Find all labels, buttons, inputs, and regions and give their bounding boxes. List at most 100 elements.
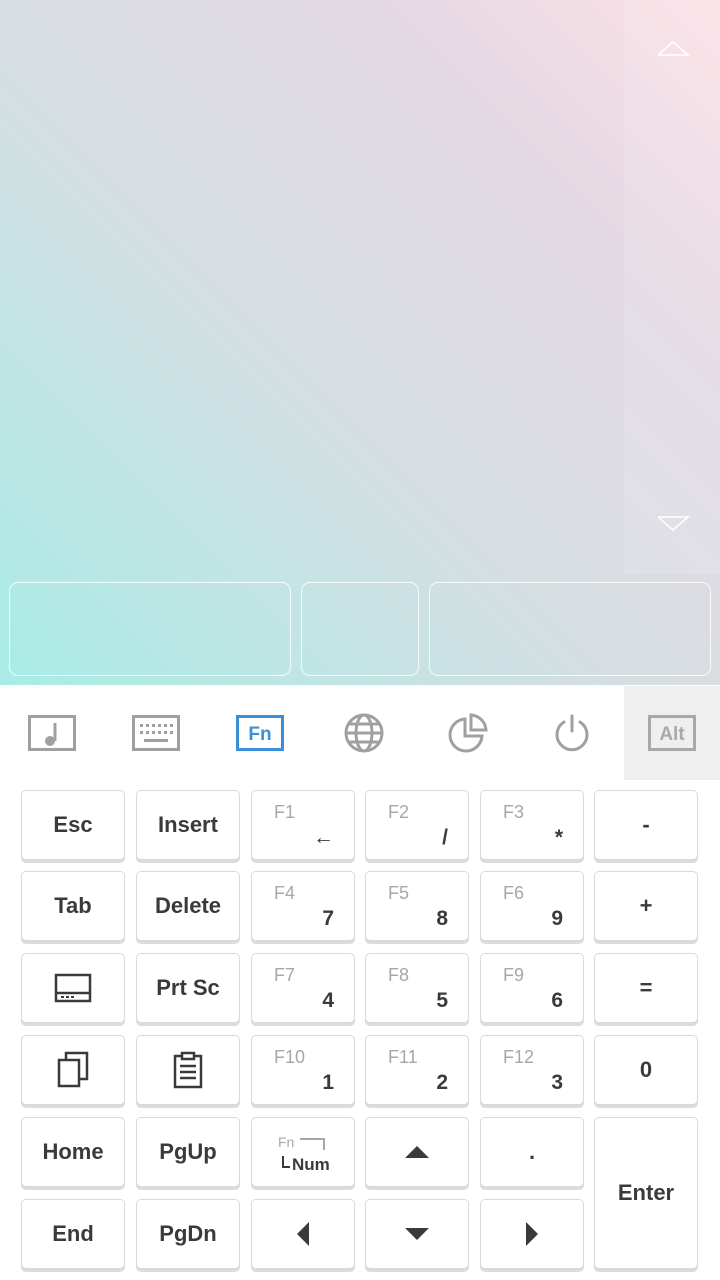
alt-icon: Alt xyxy=(648,715,696,751)
pgdn-key[interactable]: PgDn xyxy=(136,1199,240,1269)
arrow-right-key[interactable] xyxy=(480,1199,584,1269)
keyboard-icon xyxy=(132,715,180,751)
home-key-label: Home xyxy=(42,1139,104,1164)
music-note-icon xyxy=(28,715,76,751)
copy-key[interactable] xyxy=(21,1035,125,1105)
copy-icon xyxy=(57,1051,89,1088)
enter-key-label: Enter xyxy=(617,1180,675,1205)
num2-label: 2 xyxy=(436,1071,448,1094)
media-mode-button[interactable] xyxy=(4,686,100,780)
f10-key[interactable]: F10 1 xyxy=(251,1035,355,1105)
middle-click-button[interactable] xyxy=(301,582,419,676)
right-click-button[interactable] xyxy=(429,582,711,676)
num4-label: 4 xyxy=(322,989,334,1012)
function-keypad: Esc Insert F1 ← F2 / F3 * - Tab Delete F… xyxy=(0,780,720,1280)
f12-key[interactable]: F12 3 xyxy=(480,1035,584,1105)
dot-key-label: . xyxy=(528,1139,536,1164)
f1-label: F1 xyxy=(274,802,296,822)
presentation-mode-button[interactable] xyxy=(420,686,516,780)
svg-text:Alt: Alt xyxy=(659,724,685,745)
end-key[interactable]: End xyxy=(21,1199,125,1269)
scroll-strip[interactable] xyxy=(624,0,720,574)
f2-label: F2 xyxy=(388,802,410,822)
divide-label: / xyxy=(442,826,448,849)
tab-key-label: Tab xyxy=(54,893,92,918)
f9-label: F9 xyxy=(503,965,525,985)
f2-key[interactable]: F2 / xyxy=(365,790,469,860)
delete-key-label: Delete xyxy=(154,893,222,918)
minus-key-label: - xyxy=(642,812,650,837)
f4-label: F4 xyxy=(274,883,296,903)
f11-key[interactable]: F11 2 xyxy=(365,1035,469,1105)
minus-key[interactable]: - xyxy=(594,790,698,860)
globe-icon xyxy=(344,713,384,753)
toggle-bracket-icon xyxy=(282,1138,325,1168)
enter-key[interactable]: Enter xyxy=(594,1117,698,1269)
f1-key[interactable]: F1 ← xyxy=(251,790,355,860)
fn-num-toggle-key[interactable]: Fn Num xyxy=(251,1117,355,1187)
num7-label: 7 xyxy=(322,907,334,930)
f9-key[interactable]: F9 6 xyxy=(480,953,584,1023)
f6-key[interactable]: F6 9 xyxy=(480,871,584,941)
multiply-label: * xyxy=(554,826,563,849)
plus-key-label: + xyxy=(639,893,653,918)
scroll-down-icon[interactable] xyxy=(656,514,690,534)
insert-key-label: Insert xyxy=(158,812,218,837)
num3-label: 3 xyxy=(551,1071,563,1094)
delete-key[interactable]: Delete xyxy=(136,871,240,941)
num1-label: 1 xyxy=(322,1071,334,1094)
f5-key[interactable]: F5 8 xyxy=(365,871,469,941)
zero-key[interactable]: 0 xyxy=(594,1035,698,1105)
touchpad-toggle-key[interactable] xyxy=(21,953,125,1023)
print-screen-label: Prt Sc xyxy=(156,975,220,1000)
f4-key[interactable]: F4 7 xyxy=(251,871,355,941)
print-screen-key[interactable]: Prt Sc xyxy=(136,953,240,1023)
backspace-arrow-label: ← xyxy=(313,826,334,849)
pgup-key[interactable]: PgUp xyxy=(136,1117,240,1187)
clipboard-icon xyxy=(173,1051,203,1089)
f11-label: F11 xyxy=(388,1047,418,1067)
arrow-down-key[interactable] xyxy=(365,1199,469,1269)
alt-toggle-button[interactable]: Alt xyxy=(624,686,720,780)
insert-key[interactable]: Insert xyxy=(136,790,240,860)
equals-key-label: = xyxy=(639,975,653,1000)
power-mode-button[interactable] xyxy=(524,686,620,780)
end-key-label: End xyxy=(52,1221,94,1246)
f8-key[interactable]: F8 5 xyxy=(365,953,469,1023)
num9-label: 9 xyxy=(551,907,563,930)
arrow-left-key[interactable] xyxy=(251,1199,355,1269)
arrow-down-icon xyxy=(405,1228,429,1240)
f7-key[interactable]: F7 4 xyxy=(251,953,355,1023)
pgup-key-label: PgUp xyxy=(159,1139,217,1164)
f8-label: F8 xyxy=(388,965,410,985)
num5-label: 5 xyxy=(436,989,448,1012)
arrow-up-icon xyxy=(405,1146,429,1158)
esc-key[interactable]: Esc xyxy=(21,790,125,860)
f3-key[interactable]: F3 * xyxy=(480,790,584,860)
left-click-button[interactable] xyxy=(9,582,291,676)
arrow-right-icon xyxy=(526,1222,538,1246)
power-icon xyxy=(555,714,589,752)
home-key[interactable]: Home xyxy=(21,1117,125,1187)
tab-key[interactable]: Tab xyxy=(21,871,125,941)
keyboard-mode-button[interactable] xyxy=(108,686,204,780)
touchpad-area[interactable] xyxy=(0,0,720,685)
arrow-up-key[interactable] xyxy=(365,1117,469,1187)
f7-label: F7 xyxy=(274,965,296,985)
fn-icon: Fn xyxy=(236,715,284,751)
pie-chart-icon xyxy=(448,713,488,753)
f10-label: F10 xyxy=(274,1047,306,1067)
plus-key[interactable]: + xyxy=(594,871,698,941)
dot-key[interactable]: . xyxy=(480,1117,584,1187)
scroll-up-icon[interactable] xyxy=(656,38,690,58)
svg-text:Fn: Fn xyxy=(248,724,271,745)
browser-mode-button[interactable] xyxy=(316,686,412,780)
equals-key[interactable]: = xyxy=(594,953,698,1023)
paste-key[interactable] xyxy=(136,1035,240,1105)
f5-label: F5 xyxy=(388,883,410,903)
mode-toolbar: Fn Alt xyxy=(0,686,720,780)
fn-mode-button[interactable]: Fn xyxy=(212,686,308,780)
num6-label: 6 xyxy=(551,989,563,1012)
f12-label: F12 xyxy=(503,1047,535,1067)
pgdn-key-label: PgDn xyxy=(159,1221,217,1246)
